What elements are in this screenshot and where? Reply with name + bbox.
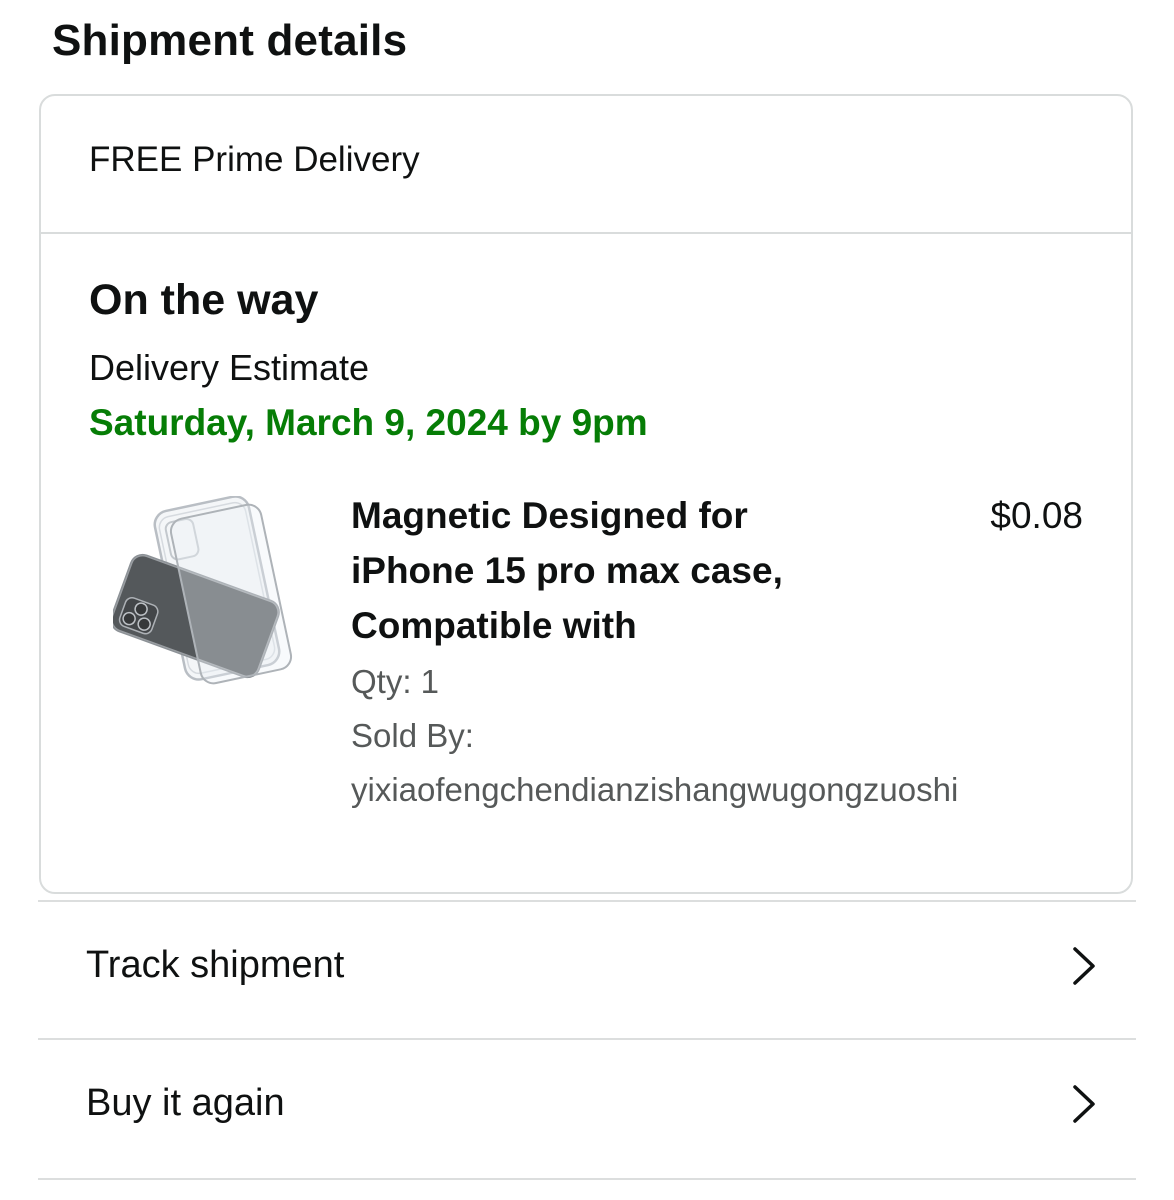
product-price: $0.08 (990, 495, 1083, 536)
shipment-card-header: FREE Prime Delivery (41, 96, 1131, 234)
chevron-right-icon (1073, 947, 1095, 985)
chevron-right-icon (1073, 1085, 1095, 1123)
buy-it-again-row[interactable]: Buy it again (38, 1040, 1136, 1180)
shipment-status: On the way (89, 276, 319, 324)
buy-it-again-label: Buy it again (86, 1082, 285, 1124)
product-title-line: iPhone 15 pro max case, (351, 550, 783, 591)
product-quantity: Qty: 1 (351, 663, 440, 700)
track-shipment-row[interactable]: Track shipment (38, 900, 1136, 1040)
phone-case-image-icon (110, 495, 293, 685)
delivery-estimate-date: Saturday, March 9, 2024 by 9pm (89, 402, 648, 443)
shipment-card: FREE Prime Delivery On the way Delivery … (39, 94, 1133, 894)
page-title: Shipment details (52, 16, 408, 65)
delivery-estimate-label: Delivery Estimate (89, 347, 370, 388)
sold-by-label: Sold By: (351, 717, 474, 754)
product-title-line: Magnetic Designed for (351, 495, 748, 536)
seller-name[interactable]: yixiaofengchendianzishangwugongzuoshi (351, 768, 958, 812)
product-title[interactable]: Magnetic Designed for iPhone 15 pro max … (351, 488, 871, 653)
product-image[interactable] (110, 495, 303, 696)
product-title-line: Compatible with (351, 605, 637, 646)
track-shipment-label: Track shipment (86, 944, 345, 986)
delivery-type-label: FREE Prime Delivery (89, 140, 420, 179)
